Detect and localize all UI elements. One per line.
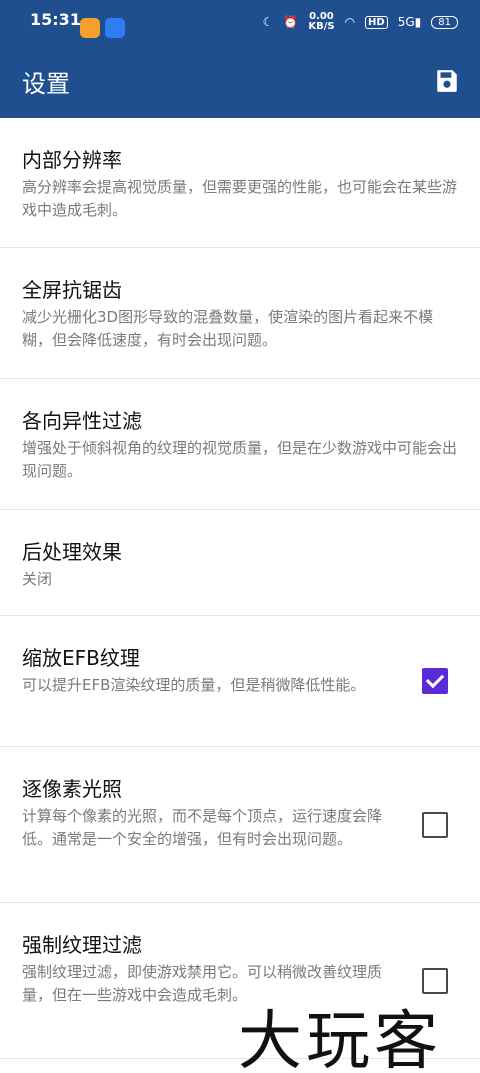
setting-title: 各向异性过滤 xyxy=(22,409,142,433)
status-time: 15:31 xyxy=(30,10,81,29)
setting-post-processing[interactable]: 后处理效果 关闭 xyxy=(0,510,480,616)
settings-screen: 15:31 ☾ ⏰ 0.00 KB/S ◠ HD 5G▮ 81 设置 内部分辨率 xyxy=(0,0,480,1073)
setting-value: 关闭 xyxy=(22,570,53,588)
battery-icon: 81 xyxy=(431,15,458,29)
checkbox-checked[interactable] xyxy=(422,668,448,694)
moon-icon: ☾ xyxy=(262,15,274,29)
page-title: 设置 xyxy=(22,70,70,98)
setting-fullscreen-antialiasing[interactable]: 全屏抗锯齿 减少光栅化3D图形导致的混叠数量，使渲染的图片看起来不模糊，但会降低… xyxy=(0,248,480,379)
setting-title: 内部分辨率 xyxy=(22,148,122,172)
signal-icon: 5G▮ xyxy=(397,15,422,29)
setting-scale-efb-texture[interactable]: 缩放EFB纹理 可以提升EFB渲染纹理的质量，但是稍微降低性能。 xyxy=(0,616,480,747)
setting-description: 减少光栅化3D图形导致的混叠数量，使渲染的图片看起来不模糊，但会降低速度，有时会… xyxy=(22,308,434,349)
wifi-icon: ◠ xyxy=(344,15,356,29)
hd-badge: HD xyxy=(365,15,388,29)
setting-title: 缩放EFB纹理 xyxy=(22,646,140,670)
setting-per-pixel-lighting[interactable]: 逐像素光照 计算每个像素的光照，而不是每个顶点，运行速度会降低。通常是一个安全的… xyxy=(0,747,480,903)
setting-anisotropic-filtering[interactable]: 各向异性过滤 增强处于倾斜视角的纹理的视觉质量，但是在少数游戏中可能会出现问题。 xyxy=(0,379,480,510)
setting-description: 增强处于倾斜视角的纹理的视觉质量，但是在少数游戏中可能会出现问题。 xyxy=(22,439,458,480)
setting-description: 计算每个像素的光照，而不是每个顶点，运行速度会降低。通常是一个安全的增强，但有时… xyxy=(22,807,383,848)
app-bar: 设置 xyxy=(0,42,480,118)
status-bar: 15:31 ☾ ⏰ 0.00 KB/S ◠ HD 5G▮ 81 xyxy=(0,0,480,42)
save-icon[interactable] xyxy=(434,68,460,94)
setting-title: 后处理效果 xyxy=(22,540,122,564)
watermark: 大玩客 xyxy=(238,1005,442,1073)
setting-title: 强制纹理过滤 xyxy=(22,933,142,957)
alarm-icon: ⏰ xyxy=(283,15,299,29)
notification-app-icon-2 xyxy=(105,18,125,38)
checkbox[interactable] xyxy=(422,812,448,838)
setting-title: 逐像素光照 xyxy=(22,777,122,801)
setting-title: 全屏抗锯齿 xyxy=(22,278,122,302)
setting-internal-resolution[interactable]: 内部分辨率 高分辨率会提高视觉质量，但需要更强的性能，也可能会在某些游戏中造成毛… xyxy=(0,118,480,248)
setting-description: 高分辨率会提高视觉质量，但需要更强的性能，也可能会在某些游戏中造成毛刺。 xyxy=(22,178,458,219)
network-speed: 0.00 KB/S xyxy=(308,11,335,32)
settings-list: 内部分辨率 高分辨率会提高视觉质量，但需要更强的性能，也可能会在某些游戏中造成毛… xyxy=(0,118,480,1059)
setting-description: 可以提升EFB渲染纹理的质量，但是稍微降低性能。 xyxy=(22,676,366,694)
notification-app-icon xyxy=(80,18,100,38)
status-icons: ☾ ⏰ 0.00 KB/S ◠ HD 5G▮ 81 xyxy=(263,12,458,32)
